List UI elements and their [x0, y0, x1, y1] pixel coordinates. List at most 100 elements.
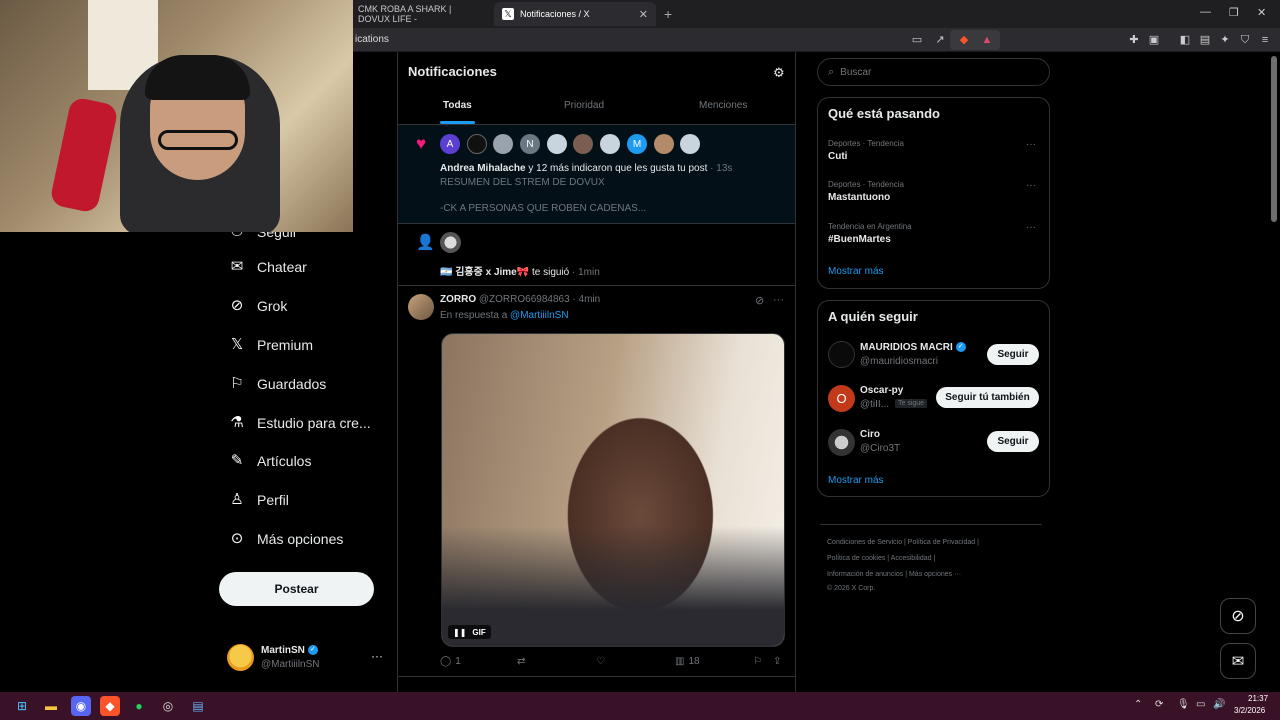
footer-links[interactable]: Política de cookies | Accesibilidad |: [827, 555, 935, 562]
settings-gear-icon[interactable]: ⚙: [773, 65, 785, 81]
nav-label: Chatear: [257, 259, 307, 275]
grok-float-button[interactable]: ⊘: [1220, 598, 1256, 634]
follow-show-more[interactable]: Mostrar más: [828, 475, 884, 486]
screen-icon[interactable]: ▭: [910, 33, 924, 47]
nav-item-profile[interactable]: ♙ Perfil: [228, 488, 289, 512]
close-window-button[interactable]: ✕: [1257, 6, 1266, 19]
tray-chevron-icon[interactable]: ⌃: [1134, 699, 1142, 710]
tab-priority[interactable]: Prioridad: [564, 100, 604, 111]
clock-time[interactable]: 21:37: [1248, 694, 1268, 703]
trend-item[interactable]: Mastantuono: [828, 192, 890, 203]
suggestion-avatar[interactable]: O: [828, 385, 855, 412]
trends-show-more[interactable]: Mostrar más: [828, 266, 884, 277]
close-tab-icon[interactable]: ✕: [639, 8, 648, 21]
maximize-button[interactable]: ❐: [1229, 6, 1239, 19]
spotify-icon[interactable]: ●: [129, 696, 149, 716]
post-button[interactable]: Postear: [219, 572, 374, 606]
suggestion-handle: @Ciro3T: [860, 443, 901, 454]
grok-icon[interactable]: ⊘: [755, 294, 764, 307]
bookmark-icon: ⚐: [230, 375, 244, 392]
views-button[interactable]: ▥ 18: [675, 656, 700, 667]
trend-item[interactable]: #BuenMartes: [828, 234, 891, 245]
brave-shield-icon[interactable]: ◆: [957, 33, 971, 47]
tweet-more-icon[interactable]: ···: [773, 294, 784, 306]
notepad-icon[interactable]: ▤: [188, 696, 208, 716]
tweet-avatar[interactable]: [408, 294, 434, 320]
retweet-button[interactable]: ⇄: [517, 656, 525, 667]
file-explorer-icon[interactable]: ▬: [41, 696, 61, 716]
nav-item-more[interactable]: ⊙ Más opciones: [228, 527, 344, 551]
wallet-icon[interactable]: ▣: [1147, 33, 1161, 47]
nav-item-chat[interactable]: ✉ Chatear: [228, 255, 307, 279]
bookmark-button[interactable]: ⚐: [753, 656, 762, 667]
messages-float-button[interactable]: ✉: [1220, 643, 1256, 679]
browser-tab-notifications[interactable]: 𝕏 Notificaciones / X ✕: [494, 2, 656, 26]
suggestion-name[interactable]: Oscar-py: [860, 385, 903, 396]
sidebar-icon[interactable]: ◧: [1178, 33, 1192, 47]
liker-avatar[interactable]: [493, 134, 513, 154]
share-icon[interactable]: ↗: [933, 33, 947, 47]
tab-mentions[interactable]: Menciones: [699, 100, 747, 111]
menu-icon[interactable]: ≡: [1258, 33, 1272, 47]
liker-avatar[interactable]: [467, 134, 487, 154]
wallet-2-icon[interactable]: ▤: [1198, 33, 1212, 47]
tray-mic-icon[interactable]: 🎙: [1177, 699, 1190, 710]
footer-links[interactable]: Información de anuncios | Más opciones ·…: [827, 571, 961, 578]
suggestion-avatar[interactable]: [828, 341, 855, 368]
nav-item-bookmarks[interactable]: ⚐ Guardados: [228, 372, 326, 396]
suggestion-name[interactable]: Ciro: [860, 429, 880, 440]
nav-item-studio[interactable]: ⚗ Estudio para cre...: [228, 411, 370, 435]
brave-rewards-icon[interactable]: ▲: [980, 33, 994, 47]
tray-sync-icon[interactable]: ⟳: [1155, 699, 1163, 710]
obs-icon[interactable]: ◎: [158, 696, 178, 716]
follow-button[interactable]: Seguir: [987, 431, 1039, 452]
extensions-icon[interactable]: ✚: [1127, 33, 1141, 47]
search-input[interactable]: ⌕ Buscar: [817, 58, 1050, 86]
gif-badge[interactable]: ❚❚ GIF: [448, 625, 491, 639]
url-text[interactable]: ications: [355, 34, 389, 45]
tray-display-icon[interactable]: ▭: [1196, 699, 1205, 710]
new-tab-button[interactable]: +: [664, 6, 672, 22]
vpn-icon[interactable]: ⛉: [1238, 33, 1252, 47]
liker-avatar[interactable]: [600, 134, 620, 154]
trend-more-icon[interactable]: ···: [1026, 180, 1036, 191]
follow-back-button[interactable]: Seguir tú también: [936, 387, 1039, 408]
trend-more-icon[interactable]: ···: [1026, 139, 1036, 150]
suggestion-avatar[interactable]: [828, 429, 855, 456]
account-more-icon[interactable]: ···: [371, 649, 383, 663]
tray-volume-icon[interactable]: 🔊: [1213, 699, 1225, 710]
follower-avatar[interactable]: [440, 232, 461, 253]
liker-avatar[interactable]: [573, 134, 593, 154]
liker-avatar[interactable]: A: [440, 134, 460, 154]
suggestion-name[interactable]: MAURIDIOS MACRI ✓: [860, 342, 966, 353]
discord-icon[interactable]: ◉: [71, 696, 91, 716]
liker-avatar[interactable]: [680, 134, 700, 154]
scrollbar[interactable]: [1271, 56, 1277, 222]
nav-item-grok[interactable]: ⊘ Grok: [228, 294, 288, 318]
brave-icon[interactable]: ◆: [100, 696, 120, 716]
leo-icon[interactable]: ✦: [1218, 33, 1232, 47]
liker-avatar[interactable]: [547, 134, 567, 154]
liker-avatar[interactable]: N: [520, 134, 540, 154]
gif-media[interactable]: [441, 333, 785, 647]
tweet-author[interactable]: ZORRO @ZORRO66984863 · 4min: [440, 294, 600, 305]
trend-more-icon[interactable]: ···: [1026, 222, 1036, 233]
windows-start-icon[interactable]: ⊞: [12, 696, 32, 716]
footer-links[interactable]: Condiciones de Servicio | Política de Pr…: [827, 539, 979, 546]
account-name[interactable]: MartinSN ✓: [261, 645, 318, 656]
share-button[interactable]: ⇪: [773, 656, 781, 667]
trend-item[interactable]: Cuti: [828, 151, 847, 162]
follow-button[interactable]: Seguir: [987, 344, 1039, 365]
trend-meta: Deportes · Tendencia: [828, 180, 904, 189]
browser-tab-video[interactable]: CMK ROBA A SHARK | DOVUX LIFE -: [350, 2, 490, 26]
liker-avatar[interactable]: [654, 134, 674, 154]
nav-item-premium[interactable]: 𝕏 Premium: [228, 333, 313, 357]
nav-item-articles[interactable]: ✎ Artículos: [228, 449, 312, 473]
liker-avatar[interactable]: M: [627, 134, 647, 154]
reply-button[interactable]: ◯ 1: [440, 656, 461, 667]
like-button[interactable]: ♡: [596, 656, 605, 667]
minimize-button[interactable]: —: [1200, 6, 1211, 18]
clock-date[interactable]: 3/2/2026: [1234, 706, 1265, 715]
tab-all[interactable]: Todas: [443, 100, 472, 111]
account-avatar[interactable]: [227, 644, 254, 671]
